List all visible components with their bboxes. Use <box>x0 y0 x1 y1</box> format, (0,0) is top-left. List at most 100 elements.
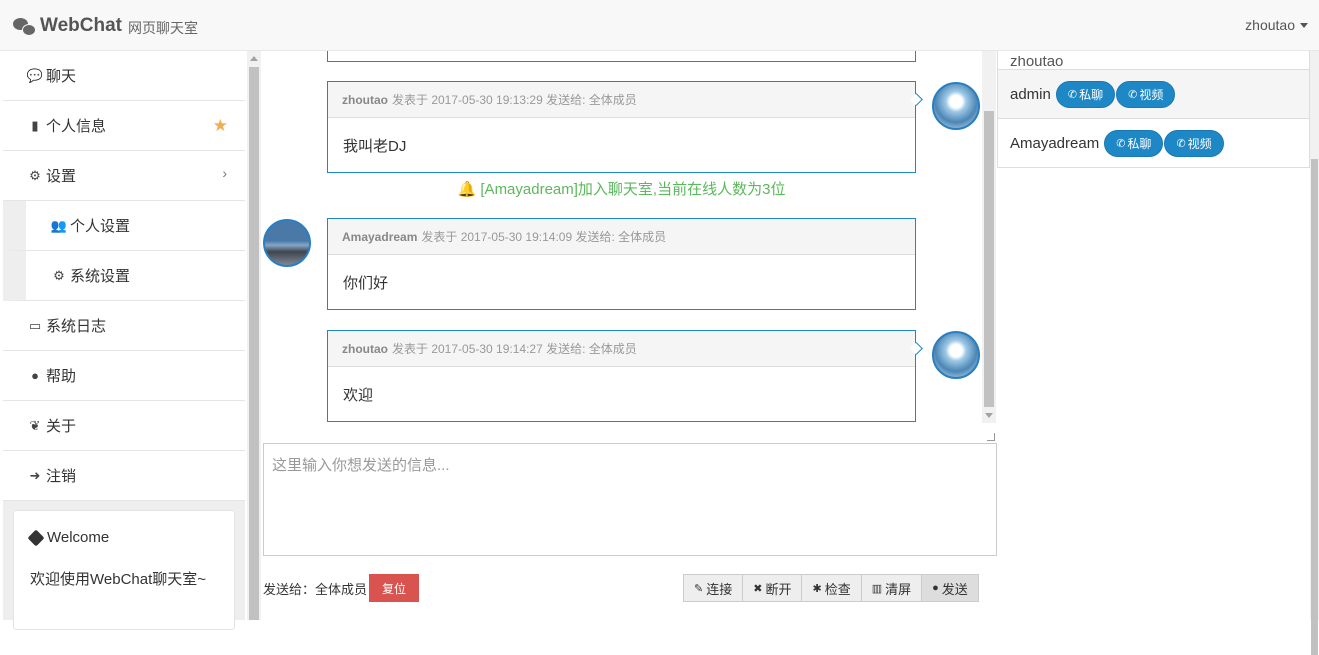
welcome-title: Welcome <box>27 529 218 546</box>
star-icon: ★ <box>212 116 228 135</box>
message-text: 我叫老DJ <box>343 137 407 155</box>
message-header: zhoutao 发表于 2017-05-30 19:14:27 发送给: 全体成… <box>328 331 915 367</box>
sidebar-item-label: 聊天 <box>46 68 77 85</box>
comment-icon: 💬 <box>26 67 44 83</box>
comment-icon: ● <box>932 582 939 594</box>
message-header: zhoutao 发表于 2017-05-30 19:13:29 发送给: 全体成… <box>328 82 915 118</box>
sidebar-item-label: 个人设置 <box>70 218 131 235</box>
message-meta: 发表于 2017-05-30 19:13:29 发送给: 全体成员 <box>392 93 637 107</box>
close-icon: ✖ <box>753 582 763 595</box>
video-button[interactable]: ✆ 视频 <box>1164 129 1224 157</box>
disconnect-button[interactable]: ✖ 断开 <box>743 575 803 601</box>
inbox-icon: ▭ <box>28 317 42 333</box>
user-name: Amayadream <box>1010 134 1100 152</box>
sidebar-item-settings[interactable]: ⚙ 设置 › <box>3 151 245 201</box>
notice-text: [Amayadream]加入聊天室,当前在线人数为3位 <box>480 181 786 198</box>
tag-icon <box>27 529 45 546</box>
send-to-label: 发送给：全体成员 <box>263 582 368 598</box>
chat-messages: zhoutao 发表于 2017-05-30 19:13:29 发送给: 全体成… <box>262 51 981 423</box>
message-card-partial <box>327 51 916 62</box>
bug-icon: ✱ <box>812 582 822 595</box>
user-menu[interactable]: zhoutao <box>1245 17 1308 33</box>
clear-button[interactable]: ▥ 清屏 <box>861 575 923 601</box>
top-navbar: WebChat 网页聊天室 zhoutao <box>0 0 1319 51</box>
online-user-list: zhoutao admin ✆ 私聊 ✆ 视频 Amayadream ✆ 私聊 … <box>997 51 1310 168</box>
sidebar-item-system-log[interactable]: ▭ 系统日志 <box>3 301 245 351</box>
welcome-text: 欢迎使用WebChat聊天室~ <box>30 571 207 588</box>
sidebar-item-label: 帮助 <box>46 368 77 385</box>
sidebar-item-personal-settings[interactable]: 👥 个人设置 <box>3 201 245 251</box>
send-button[interactable]: ● 发送 <box>922 575 978 601</box>
chat-scrollbar[interactable] <box>982 51 996 423</box>
sidebar-item-label: 设置 <box>46 168 77 185</box>
message-card: Amayadream 发表于 2017-05-30 19:14:09 发送给: … <box>327 218 916 310</box>
sidebar-item-about[interactable]: ❦ 关于 <box>3 401 245 451</box>
sidebar-footer-bg: Welcome 欢迎使用WebChat聊天室~ <box>3 501 245 630</box>
sidebar-item-profile[interactable]: ▮ 个人信息 ★ <box>3 101 245 151</box>
welcome-title-text: Welcome <box>47 529 110 546</box>
send-label: 发送 <box>941 581 968 597</box>
user-name: admin <box>1010 85 1051 103</box>
sidebar-item-help[interactable]: ● 帮助 <box>3 351 245 401</box>
user-row: zhoutao <box>997 51 1310 70</box>
avatar[interactable] <box>932 331 980 379</box>
message-author: zhoutao <box>342 92 388 107</box>
wechat-logo-icon <box>13 17 36 36</box>
book-icon: ▮ <box>31 117 39 133</box>
sidebar-item-label: 系统设置 <box>70 268 131 285</box>
phone-icon: ✆ <box>1176 137 1186 150</box>
send-to: 发送给：全体成员 复位 <box>263 574 420 602</box>
sidebar-item-label: 系统日志 <box>46 318 107 335</box>
welcome-panel: Welcome 欢迎使用WebChat聊天室~ <box>13 510 235 630</box>
sidebar-item-label: 注销 <box>46 468 77 485</box>
scroll-up-arrow-icon[interactable] <box>250 56 258 61</box>
video-label: 视频 <box>1139 87 1164 102</box>
leaf-icon: ❦ <box>29 417 41 433</box>
sidebar-item-label: 个人信息 <box>46 118 107 135</box>
message-card: zhoutao 发表于 2017-05-30 19:14:27 发送给: 全体成… <box>327 330 916 422</box>
phone-icon: ✆ <box>1128 88 1138 101</box>
bell-icon: 🔔 <box>457 181 477 198</box>
private-chat-button[interactable]: ✆ 私聊 <box>1055 80 1116 108</box>
resize-grip-icon[interactable] <box>987 433 995 441</box>
sidebar-scrollbar[interactable] <box>247 51 261 620</box>
disconnect-label: 断开 <box>765 581 792 597</box>
reset-button[interactable]: 复位 <box>369 574 420 602</box>
check-button[interactable]: ✱ 检查 <box>802 575 862 601</box>
brand-subtitle: 网页聊天室 <box>127 19 198 36</box>
action-buttons: ✎ 连接 ✖ 断开 ✱ 检查 ▥ 清屏 ● 发送 <box>683 574 979 602</box>
scroll-thumb[interactable] <box>984 111 994 407</box>
plug-icon: ✎ <box>694 582 704 595</box>
private-chat-label: 私聊 <box>1079 87 1104 102</box>
message-meta: 发表于 2017-05-30 19:14:09 发送给: 全体成员 <box>421 230 667 244</box>
user-name: zhoutao <box>1010 56 1064 68</box>
caret-down-icon <box>1300 22 1308 28</box>
private-chat-label: 私聊 <box>1127 136 1152 151</box>
connect-label: 连接 <box>706 581 733 597</box>
connect-button[interactable]: ✎ 连接 <box>684 575 744 601</box>
user-row: Amayadream ✆ 私聊 ✆ 视频 <box>997 119 1310 168</box>
sidebar-item-logout[interactable]: ➜ 注销 <box>3 451 245 501</box>
sidebar-item-chat[interactable]: 💬 聊天 <box>3 51 245 101</box>
private-chat-button[interactable]: ✆ 私聊 <box>1104 129 1164 157</box>
message-author: zhoutao <box>342 341 388 356</box>
username: zhoutao <box>1245 17 1295 33</box>
sidebar-item-label: 关于 <box>46 418 77 435</box>
message-text: 欢迎 <box>343 386 374 404</box>
gear-icon: ⚙ <box>53 267 65 283</box>
video-button[interactable]: ✆ 视频 <box>1116 80 1176 108</box>
message-card: zhoutao 发表于 2017-05-30 19:13:29 发送给: 全体成… <box>327 81 916 173</box>
page-scrollbar[interactable] <box>1310 51 1319 655</box>
message-input[interactable] <box>263 443 997 556</box>
scroll-down-arrow-icon[interactable] <box>985 413 993 418</box>
scroll-thumb[interactable] <box>1311 159 1318 655</box>
brand[interactable]: WebChat 网页聊天室 <box>13 14 198 38</box>
sidebar-item-system-settings[interactable]: ⚙ 系统设置 <box>3 251 245 301</box>
trash-icon: ▥ <box>871 582 883 595</box>
avatar[interactable] <box>263 219 311 267</box>
scroll-thumb[interactable] <box>249 67 259 620</box>
message-header: Amayadream 发表于 2017-05-30 19:14:09 发送给: … <box>328 219 915 255</box>
video-label: 视频 <box>1187 136 1212 151</box>
avatar[interactable] <box>932 82 980 130</box>
globe-icon: ● <box>31 368 39 383</box>
